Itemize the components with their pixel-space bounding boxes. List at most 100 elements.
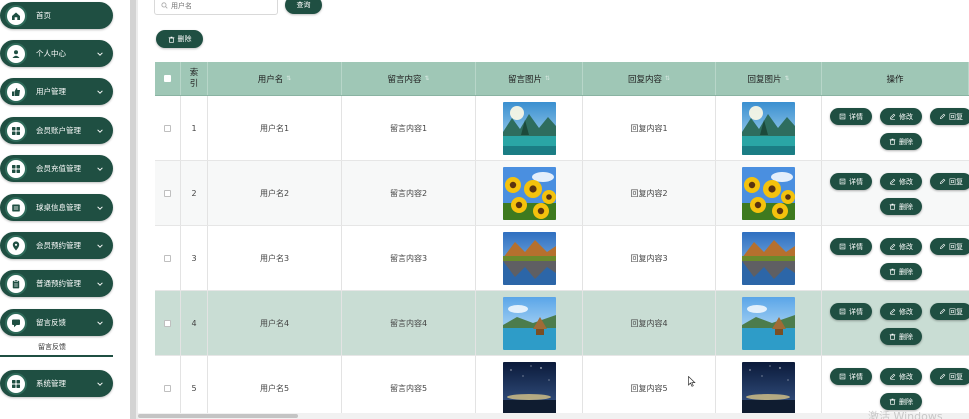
header-actions: 操作 [822, 62, 969, 95]
header-reply-image[interactable]: 回复图片 ⇅ [716, 62, 822, 95]
row-message: 留言内容2 [342, 161, 476, 225]
detail-button[interactable]: 详情 [830, 173, 872, 190]
chevron-down-icon [97, 320, 103, 325]
header-message[interactable]: 留言内容 ⇅ [342, 62, 476, 95]
horizontal-scrollbar[interactable] [138, 413, 969, 419]
detail-button-label: 详情 [849, 307, 863, 316]
reply-button[interactable]: 回复 [930, 238, 969, 255]
trash-icon [889, 203, 896, 210]
sidebar-item-6[interactable]: 会员预约管理 [0, 232, 113, 259]
trash-icon [889, 268, 896, 275]
pin-icon [5, 234, 27, 257]
detail-button[interactable]: 详情 [830, 108, 872, 125]
row-checkbox[interactable] [164, 124, 171, 132]
row-checkbox[interactable] [164, 384, 171, 392]
edit-button[interactable]: 修改 [880, 173, 922, 190]
scrollbar-thumb[interactable] [138, 414, 298, 418]
del-button[interactable]: 删除 [880, 263, 922, 280]
sidebar-item-4[interactable]: 会员充值管理 [0, 155, 113, 182]
del-button[interactable]: 删除 [880, 133, 922, 150]
del-button-label: 删除 [899, 202, 913, 211]
detail-button-label: 详情 [849, 177, 863, 186]
reply-image[interactable] [742, 101, 795, 155]
reply-image[interactable] [742, 166, 795, 220]
row-actions: 详情 修改 回复 删除 [822, 96, 969, 160]
trash-icon [168, 36, 174, 43]
table-row[interactable]: 4 用户名4 留言内容4 回复内容4 详情 修改 回复 删除 [155, 291, 969, 356]
table-row[interactable]: 2 用户名2 留言内容2 回复内容2 详情 修改 回复 删除 [155, 161, 969, 226]
row-reply-image-cell [716, 96, 822, 160]
sidebar-item-label: 普通预约管理 [36, 279, 81, 288]
reply-button[interactable]: 回复 [930, 303, 969, 320]
message-image[interactable] [502, 296, 556, 350]
chevron-down-icon [97, 281, 103, 286]
edit-button-label: 修改 [899, 242, 913, 251]
del-button[interactable]: 删除 [880, 328, 922, 345]
sidebar-item-label: 会员充值管理 [36, 164, 81, 173]
detail-button[interactable]: 详情 [830, 238, 872, 255]
detail-button[interactable]: 详情 [830, 368, 872, 385]
row-index: 2 [181, 161, 208, 225]
search-box[interactable] [154, 0, 278, 15]
sidebar-item-label: 球桌信息管理 [36, 203, 81, 212]
edit-button[interactable]: 修改 [880, 368, 922, 385]
row-username: 用户名5 [208, 356, 342, 419]
sidebar-item-9[interactable]: 系统管理 [0, 370, 113, 397]
sidebar-subitem-feedback[interactable]: 留言反馈 [38, 342, 66, 352]
detail-button[interactable]: 详情 [830, 303, 872, 320]
reply-image[interactable] [742, 296, 795, 350]
sidebar-item-8[interactable]: 留言反馈 [0, 309, 113, 336]
reply-image[interactable] [742, 361, 795, 415]
edit-button[interactable]: 修改 [880, 238, 922, 255]
sidebar-item-label: 个人中心 [36, 49, 66, 58]
header-reply[interactable]: 回复内容 ⇅ [583, 62, 716, 95]
sidebar-item-0[interactable]: 首页 [0, 2, 113, 29]
chevron-down-icon [97, 89, 103, 94]
del-button[interactable]: 删除 [880, 198, 922, 215]
header-actions-label: 操作 [886, 74, 904, 85]
message-image[interactable] [502, 166, 556, 220]
detail-icon [839, 373, 846, 380]
row-username: 用户名1 [208, 96, 342, 160]
table-row[interactable]: 1 用户名1 留言内容1 回复内容1 详情 修改 回复 删除 [155, 96, 969, 161]
row-message: 留言内容5 [342, 356, 476, 419]
reply-button[interactable]: 回复 [930, 108, 969, 125]
message-image[interactable] [502, 231, 556, 285]
sidebar-item-7[interactable]: 普通预约管理 [0, 270, 113, 297]
reply-image[interactable] [742, 231, 795, 285]
row-message: 留言内容1 [342, 96, 476, 160]
table-row[interactable]: 5 用户名5 留言内容5 回复内容5 详情 修改 回复 删除 [155, 356, 969, 419]
row-checkbox[interactable] [164, 319, 171, 327]
edit-button[interactable]: 修改 [880, 303, 922, 320]
row-reply: 回复内容4 [583, 291, 716, 355]
row-index: 4 [181, 291, 208, 355]
header-message-image[interactable]: 留言图片 ⇅ [476, 62, 583, 95]
header-username-label: 用户名 [257, 74, 284, 85]
message-image[interactable] [502, 361, 556, 415]
reply-icon [939, 113, 946, 120]
reply-button[interactable]: 回复 [930, 173, 969, 190]
header-username[interactable]: 用户名 ⇅ [208, 62, 342, 95]
sidebar-item-1[interactable]: 个人中心 [0, 40, 113, 67]
sidebar-item-5[interactable]: 球桌信息管理 [0, 194, 113, 221]
trash-icon [889, 398, 896, 405]
sidebar-item-2[interactable]: 用户管理 [0, 78, 113, 105]
delete-button[interactable]: 删除 [156, 30, 203, 48]
sidebar-item-3[interactable]: 会员账户管理 [0, 117, 113, 144]
windows-activation-watermark: 激活 Windows [868, 410, 943, 419]
row-checkbox[interactable] [164, 189, 171, 197]
reply-button[interactable]: 回复 [930, 368, 969, 385]
row-select-cell [155, 356, 181, 419]
row-checkbox[interactable] [164, 254, 171, 262]
select-all-checkbox[interactable] [164, 75, 171, 82]
query-button[interactable]: 查询 [285, 0, 322, 14]
table-row[interactable]: 3 用户名3 留言内容3 回复内容3 详情 修改 回复 删除 [155, 226, 969, 291]
detail-button-label: 详情 [849, 112, 863, 121]
search-input[interactable] [171, 1, 271, 10]
row-message: 留言内容4 [342, 291, 476, 355]
row-reply-image-cell [716, 226, 822, 290]
header-message-label: 留言内容 [387, 74, 422, 85]
message-image[interactable] [502, 101, 556, 155]
edit-button[interactable]: 修改 [880, 108, 922, 125]
row-message-image-cell [476, 356, 583, 419]
